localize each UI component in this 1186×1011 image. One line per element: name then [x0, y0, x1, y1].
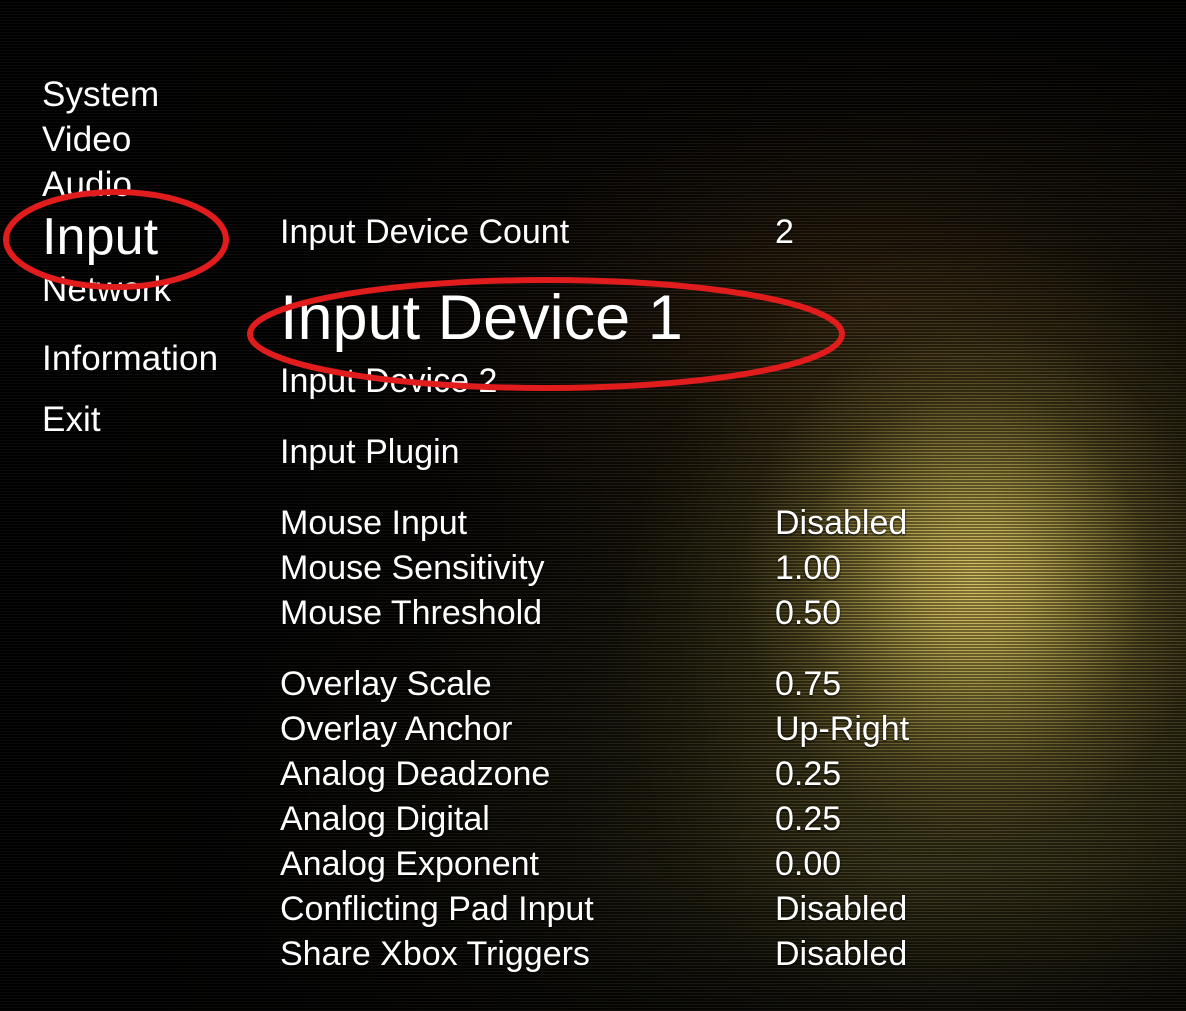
setting-value: 1.00	[775, 549, 842, 587]
sidebar-item-information[interactable]: Information	[42, 336, 292, 381]
setting-label: Analog Digital	[280, 800, 490, 838]
setting-value: Disabled	[775, 504, 908, 542]
setting-value: 0.25	[775, 755, 842, 793]
sidebar-item-exit[interactable]: Exit	[42, 397, 292, 442]
settings-group-gap	[280, 404, 1040, 430]
sidebar-item-network[interactable]: Network	[42, 267, 292, 312]
setting-row-mouse-sensitivity[interactable]: Mouse Sensitivity 1.00	[280, 546, 1040, 591]
setting-row-overlay-anchor[interactable]: Overlay Anchor Up-Right	[280, 707, 1040, 752]
setting-row-mouse-input[interactable]: Mouse Input Disabled	[280, 501, 1040, 546]
settings-group-gap	[280, 475, 1040, 501]
setting-row-overlay-scale[interactable]: Overlay Scale 0.75	[280, 662, 1040, 707]
setting-label: Mouse Sensitivity	[280, 549, 545, 587]
setting-value: 2	[775, 213, 794, 251]
setting-row-analog-exponent[interactable]: Analog Exponent 0.00	[280, 842, 1040, 887]
settings-list: Input Device Count 2 Input Device 1 Inpu…	[280, 210, 1040, 977]
setting-row-input-device-1[interactable]: Input Device 1	[280, 277, 1040, 359]
setting-row-share-xbox-triggers[interactable]: Share Xbox Triggers Disabled	[280, 932, 1040, 977]
setting-row-input-device-2[interactable]: Input Device 2	[280, 359, 1040, 404]
sidebar-item-input[interactable]: Input	[42, 208, 292, 266]
settings-group-gap	[280, 636, 1040, 662]
sidebar-menu: System Video Audio Input Network Informa…	[42, 72, 292, 442]
setting-row-input-plugin[interactable]: Input Plugin	[280, 430, 1040, 475]
sidebar-item-audio[interactable]: Audio	[42, 162, 292, 207]
setting-label: Analog Deadzone	[280, 755, 551, 793]
setting-row-conflicting-pad-input[interactable]: Conflicting Pad Input Disabled	[280, 887, 1040, 932]
setting-value: 0.25	[775, 800, 842, 838]
sidebar-item-system[interactable]: System	[42, 72, 292, 117]
setting-label: Overlay Scale	[280, 665, 492, 703]
setting-label: Input Device 2	[280, 362, 498, 400]
setting-row-input-device-count[interactable]: Input Device Count 2	[280, 210, 1040, 255]
setting-row-analog-digital[interactable]: Analog Digital 0.25	[280, 797, 1040, 842]
setting-value: Disabled	[775, 935, 908, 973]
setting-value: Up-Right	[775, 710, 910, 748]
setting-label: Input Plugin	[280, 433, 460, 471]
setting-row-mouse-threshold[interactable]: Mouse Threshold 0.50	[280, 591, 1040, 636]
setting-label: Analog Exponent	[280, 845, 539, 883]
settings-group-gap	[280, 255, 1040, 277]
setting-label: Mouse Threshold	[280, 594, 543, 632]
setting-label: Overlay Anchor	[280, 710, 513, 748]
setting-label: Input Device Count	[280, 213, 570, 251]
emulator-settings-screen: System Video Audio Input Network Informa…	[0, 0, 1186, 1011]
setting-value: Disabled	[775, 890, 908, 928]
setting-label: Conflicting Pad Input	[280, 890, 594, 928]
setting-value: 0.00	[775, 845, 842, 883]
setting-label: Input Device 1	[280, 283, 683, 353]
setting-value: 0.50	[775, 594, 842, 632]
setting-label: Share Xbox Triggers	[280, 935, 590, 973]
setting-value: 0.75	[775, 665, 842, 703]
setting-row-analog-deadzone[interactable]: Analog Deadzone 0.25	[280, 752, 1040, 797]
sidebar-item-video[interactable]: Video	[42, 117, 292, 162]
setting-label: Mouse Input	[280, 504, 468, 542]
